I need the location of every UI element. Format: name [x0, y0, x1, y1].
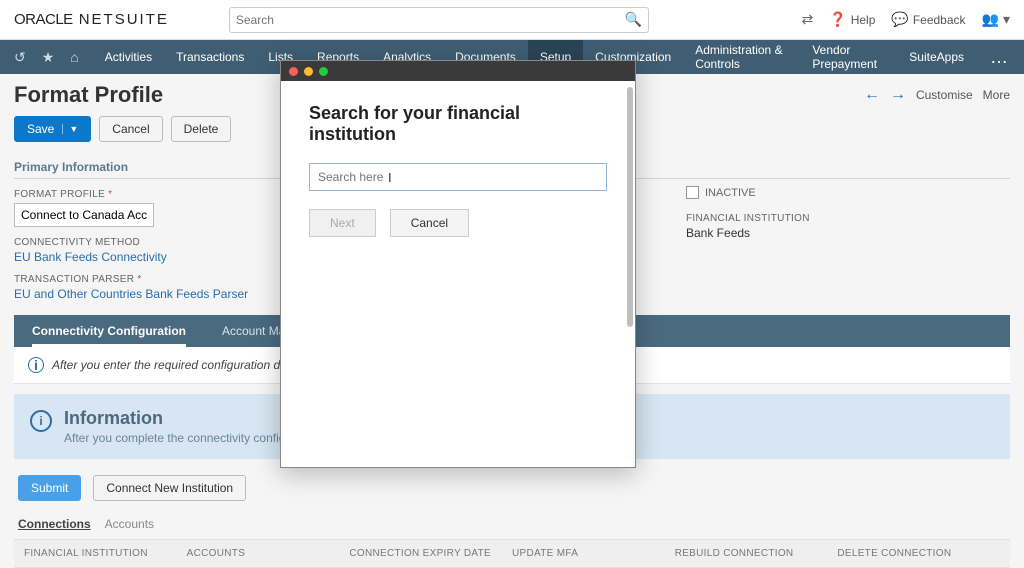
- global-search-input[interactable]: [236, 13, 625, 27]
- col-mfa: UPDATE MFA: [512, 548, 675, 559]
- logo-netsuite: NETSUITE: [79, 11, 169, 28]
- delete-button[interactable]: Delete: [171, 116, 232, 142]
- action-row: Submit Connect New Institution: [14, 469, 1010, 513]
- nav-forward-icon[interactable]: →: [890, 86, 906, 104]
- nav-overflow[interactable]: …: [976, 47, 1024, 68]
- tab-connections[interactable]: Connections: [18, 517, 91, 531]
- modal-title: Search for your financial institution: [309, 103, 607, 145]
- col-fin-inst: FINANCIAL INSTITUTION: [24, 548, 187, 559]
- customise-link[interactable]: Customise: [916, 88, 973, 102]
- global-search[interactable]: 🔍: [229, 7, 649, 33]
- help-icon: ❓: [829, 11, 846, 28]
- logo-oracle: ORACLE: [14, 11, 73, 28]
- share-icon[interactable]: ⇄: [802, 11, 814, 28]
- tab-accounts[interactable]: Accounts: [105, 517, 154, 531]
- page-title: Format Profile: [14, 82, 163, 108]
- nav-back-icon[interactable]: ←: [864, 86, 880, 104]
- info-box-sub: After you complete the connectivity conf…: [64, 431, 285, 445]
- top-links: ⇄ ❓Help 💬Feedback 👥▾: [802, 11, 1010, 28]
- home-icon[interactable]: ⌂: [70, 49, 78, 65]
- col-rebuild: REBUILD CONNECTION: [675, 548, 838, 559]
- minimize-icon[interactable]: [304, 67, 313, 76]
- more-link[interactable]: More: [983, 88, 1010, 102]
- submit-button[interactable]: Submit: [18, 475, 81, 501]
- info-icon: i: [28, 357, 44, 373]
- role-switcher[interactable]: 👥▾: [982, 11, 1010, 28]
- fin-inst-label: FINANCIAL INSTITUTION: [686, 213, 1006, 224]
- text-cursor-icon: I: [388, 170, 392, 185]
- inactive-label: INACTIVE: [705, 187, 756, 199]
- table-header: FINANCIAL INSTITUTION ACCOUNTS CONNECTIO…: [14, 539, 1010, 568]
- inner-tabs: Connections Accounts: [14, 513, 1010, 539]
- col-delete: DELETE CONNECTION: [837, 548, 1000, 559]
- nav-vendor[interactable]: Vendor Prepayment: [800, 40, 897, 74]
- feedback-icon: 💬: [891, 11, 908, 28]
- col-expiry: CONNECTION EXPIRY DATE: [349, 548, 512, 559]
- nav-transactions[interactable]: Transactions: [164, 40, 256, 74]
- nav-suiteapps[interactable]: SuiteApps: [897, 40, 976, 74]
- nav-icons: ↺ ★ ⌂: [0, 49, 93, 66]
- modal-scrollbar[interactable]: [627, 87, 633, 327]
- info-icon: i: [30, 410, 52, 432]
- col-accounts: ACCOUNTS: [187, 548, 350, 559]
- top-header: ORACLE NETSUITE 🔍 ⇄ ❓Help 💬Feedback 👥▾: [0, 0, 1024, 40]
- save-button[interactable]: Save▼: [14, 116, 91, 142]
- modal-next-button[interactable]: Next: [309, 209, 376, 237]
- modal-cancel-button[interactable]: Cancel: [390, 209, 469, 237]
- search-icon: 🔍: [624, 11, 641, 28]
- modal-search-input[interactable]: [318, 170, 598, 184]
- close-icon[interactable]: [289, 67, 298, 76]
- help-link[interactable]: ❓Help: [829, 11, 875, 28]
- modal: Search for your financial institution I …: [280, 60, 636, 468]
- maximize-icon[interactable]: [319, 67, 328, 76]
- fin-inst-value: Bank Feeds: [686, 226, 1006, 240]
- tab-connectivity[interactable]: Connectivity Configuration: [14, 315, 204, 347]
- right-panel: INACTIVE FINANCIAL INSTITUTION Bank Feed…: [686, 186, 1006, 240]
- chevron-down-icon[interactable]: ▼: [62, 124, 78, 134]
- star-icon[interactable]: ★: [42, 49, 55, 66]
- modal-search[interactable]: I: [309, 163, 607, 191]
- logo: ORACLE NETSUITE: [14, 11, 169, 28]
- cancel-button[interactable]: Cancel: [99, 116, 162, 142]
- feedback-link[interactable]: 💬Feedback: [891, 11, 965, 28]
- connect-new-button[interactable]: Connect New Institution: [93, 475, 246, 501]
- modal-titlebar: [281, 61, 635, 81]
- nav-activities[interactable]: Activities: [93, 40, 164, 74]
- history-icon[interactable]: ↺: [14, 49, 26, 66]
- people-icon: 👥: [982, 11, 999, 28]
- info-box-title: Information: [64, 408, 285, 429]
- inactive-checkbox[interactable]: [686, 186, 699, 199]
- format-profile-input[interactable]: [14, 203, 154, 227]
- nav-admin[interactable]: Administration & Controls: [683, 40, 800, 74]
